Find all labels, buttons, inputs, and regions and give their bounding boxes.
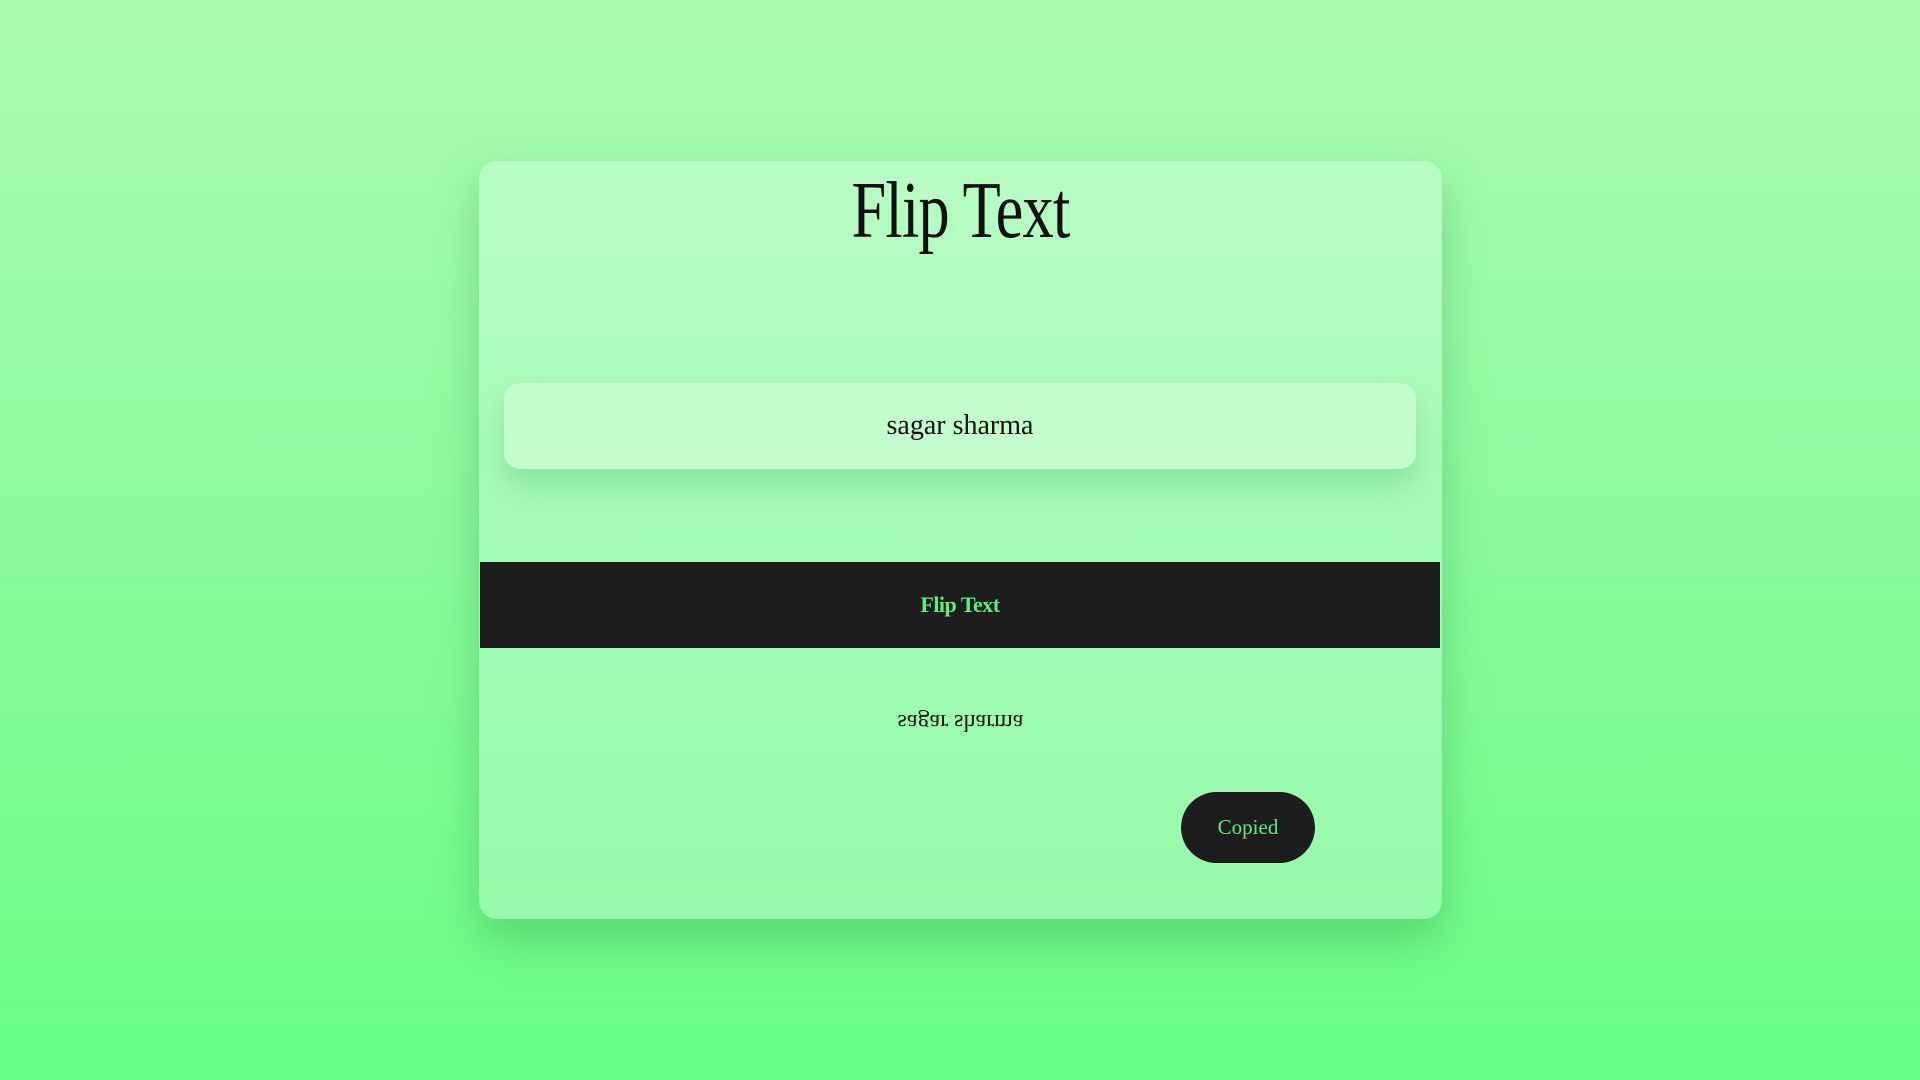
flipped-text: sagar sharma	[897, 709, 1024, 735]
flip-text-button[interactable]: Flip Text	[480, 562, 1440, 648]
title-container: Flip Text	[479, 171, 1442, 271]
copy-button[interactable]: Copied	[1181, 792, 1315, 863]
flip-text-card: Flip Text Flip Text sagar sharma Copied	[479, 161, 1442, 919]
flipped-output: sagar sharma	[479, 708, 1442, 735]
page-title: Flip Text	[851, 167, 1070, 255]
text-input[interactable]	[504, 383, 1416, 469]
